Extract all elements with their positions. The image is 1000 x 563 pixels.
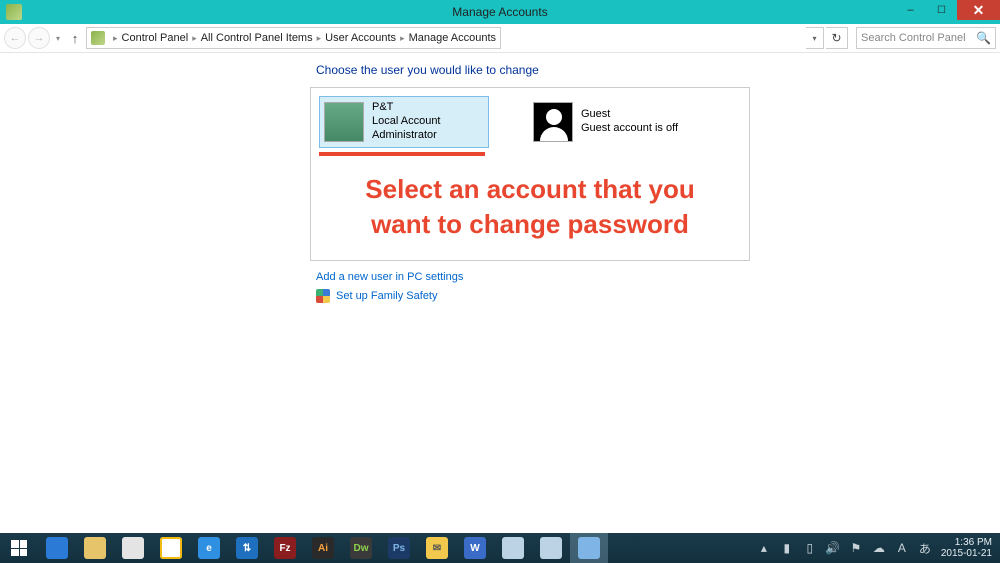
taskbar-app-icon[interactable]: [38, 533, 76, 563]
taskbar-app-icon[interactable]: Fz: [266, 533, 304, 563]
taskbar-app-icon[interactable]: ⇅: [228, 533, 266, 563]
windows-icon: [11, 540, 27, 556]
breadcrumb-item[interactable]: Control Panel: [122, 32, 189, 44]
window-title: Manage Accounts: [0, 5, 1000, 19]
chevron-right-icon: ▸: [313, 33, 326, 44]
page-title: Choose the user you would like to change: [310, 63, 750, 77]
account-text: Guest Guest account is off: [581, 108, 678, 136]
back-button[interactable]: ←: [4, 27, 26, 49]
search-input[interactable]: Search Control Panel 🔍: [856, 27, 996, 49]
taskbar-app-icon[interactable]: [76, 533, 114, 563]
shield-icon: [316, 289, 330, 303]
maximize-button[interactable]: ☐: [926, 0, 957, 20]
search-icon: 🔍: [976, 31, 991, 45]
titlebar: Manage Accounts – ☐ ✕: [0, 0, 1000, 24]
chevron-right-icon: ▸: [188, 33, 201, 44]
avatar: [324, 102, 364, 142]
accounts-container: P&T Local Account Administrator Guest Gu…: [310, 87, 750, 261]
taskbar-app-icon[interactable]: Ps: [380, 533, 418, 563]
taskbar-app-icon[interactable]: [114, 533, 152, 563]
links-area: Add a new user in PC settings Set up Fam…: [310, 261, 750, 303]
taskbar-app-icon[interactable]: [152, 533, 190, 563]
close-button[interactable]: ✕: [957, 0, 1000, 20]
avatar: [533, 102, 573, 142]
breadcrumb-item[interactable]: Manage Accounts: [409, 32, 496, 44]
taskbar-app-icon[interactable]: [532, 533, 570, 563]
breadcrumb-item[interactable]: All Control Panel Items: [201, 32, 313, 44]
search-placeholder: Search Control Panel: [861, 32, 966, 44]
taskbar-app-icon[interactable]: [494, 533, 532, 563]
ime-a-icon[interactable]: A: [895, 541, 909, 555]
refresh-button[interactable]: ↻: [826, 27, 848, 49]
account-tile-guest[interactable]: Guest Guest account is off: [529, 96, 699, 148]
forward-button[interactable]: →: [28, 27, 50, 49]
clock[interactable]: 1:36 PM 2015-01-21: [941, 537, 992, 560]
system-tray[interactable]: ▴ ▮ ▯ 🔊 ⚑ ☁ A あ 1:36 PM 2015-01-21: [757, 537, 1000, 560]
chevron-right-icon: ▸: [109, 33, 122, 44]
taskbar: e⇅FzAiDwPs✉W ▴ ▮ ▯ 🔊 ⚑ ☁ A あ 1:36 PM 201…: [0, 533, 1000, 563]
flag-icon[interactable]: ⚑: [849, 541, 863, 555]
taskbar-app-icon[interactable]: Ai: [304, 533, 342, 563]
history-dropdown[interactable]: ▾: [52, 34, 64, 43]
taskbar-app-icon[interactable]: e: [190, 533, 228, 563]
account-text: P&T Local Account Administrator: [372, 101, 441, 142]
chevron-right-icon: ▸: [396, 33, 409, 44]
ime-kana-icon[interactable]: あ: [918, 541, 932, 555]
add-user-link[interactable]: Add a new user in PC settings: [316, 271, 463, 283]
network-icon[interactable]: ▯: [803, 541, 817, 555]
up-button[interactable]: ↑: [66, 29, 84, 47]
window-controls: – ☐ ✕: [895, 0, 1000, 20]
content-area: Choose the user you would like to change…: [0, 53, 1000, 533]
onedrive-icon[interactable]: ☁: [872, 541, 886, 555]
taskbar-app-icon[interactable]: [570, 533, 608, 563]
breadcrumb-item[interactable]: User Accounts: [325, 32, 396, 44]
taskbar-app-icon[interactable]: Dw: [342, 533, 380, 563]
start-button[interactable]: [0, 533, 38, 563]
breadcrumb[interactable]: ▸ Control Panel ▸ All Control Panel Item…: [86, 27, 501, 49]
annotation-text: Select an account that you want to chang…: [311, 154, 749, 242]
navbar: ← → ▾ ↑ ▸ Control Panel ▸ All Control Pa…: [0, 24, 1000, 53]
family-safety-link[interactable]: Set up Family Safety: [336, 290, 438, 302]
taskbar-app-icon[interactable]: ✉: [418, 533, 456, 563]
volume-icon[interactable]: 🔊: [826, 541, 840, 555]
account-tile-pt[interactable]: P&T Local Account Administrator: [319, 96, 489, 148]
breadcrumb-icon: [91, 31, 105, 45]
tray-up-icon[interactable]: ▴: [757, 541, 771, 555]
taskbar-app-icon[interactable]: W: [456, 533, 494, 563]
address-dropdown[interactable]: ▾: [806, 27, 824, 49]
battery-icon[interactable]: ▮: [780, 541, 794, 555]
minimize-button[interactable]: –: [895, 0, 926, 20]
